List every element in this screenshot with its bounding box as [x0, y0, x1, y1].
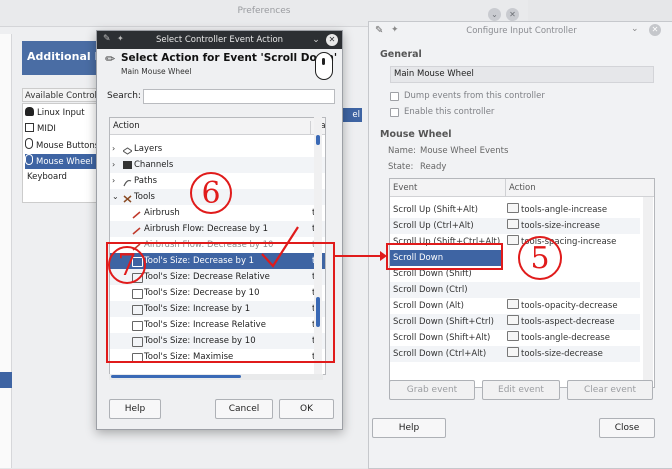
annotation-arrows	[261, 226, 387, 268]
annotation-checkmark	[261, 226, 299, 268]
annotation-arrow-head	[380, 251, 387, 261]
